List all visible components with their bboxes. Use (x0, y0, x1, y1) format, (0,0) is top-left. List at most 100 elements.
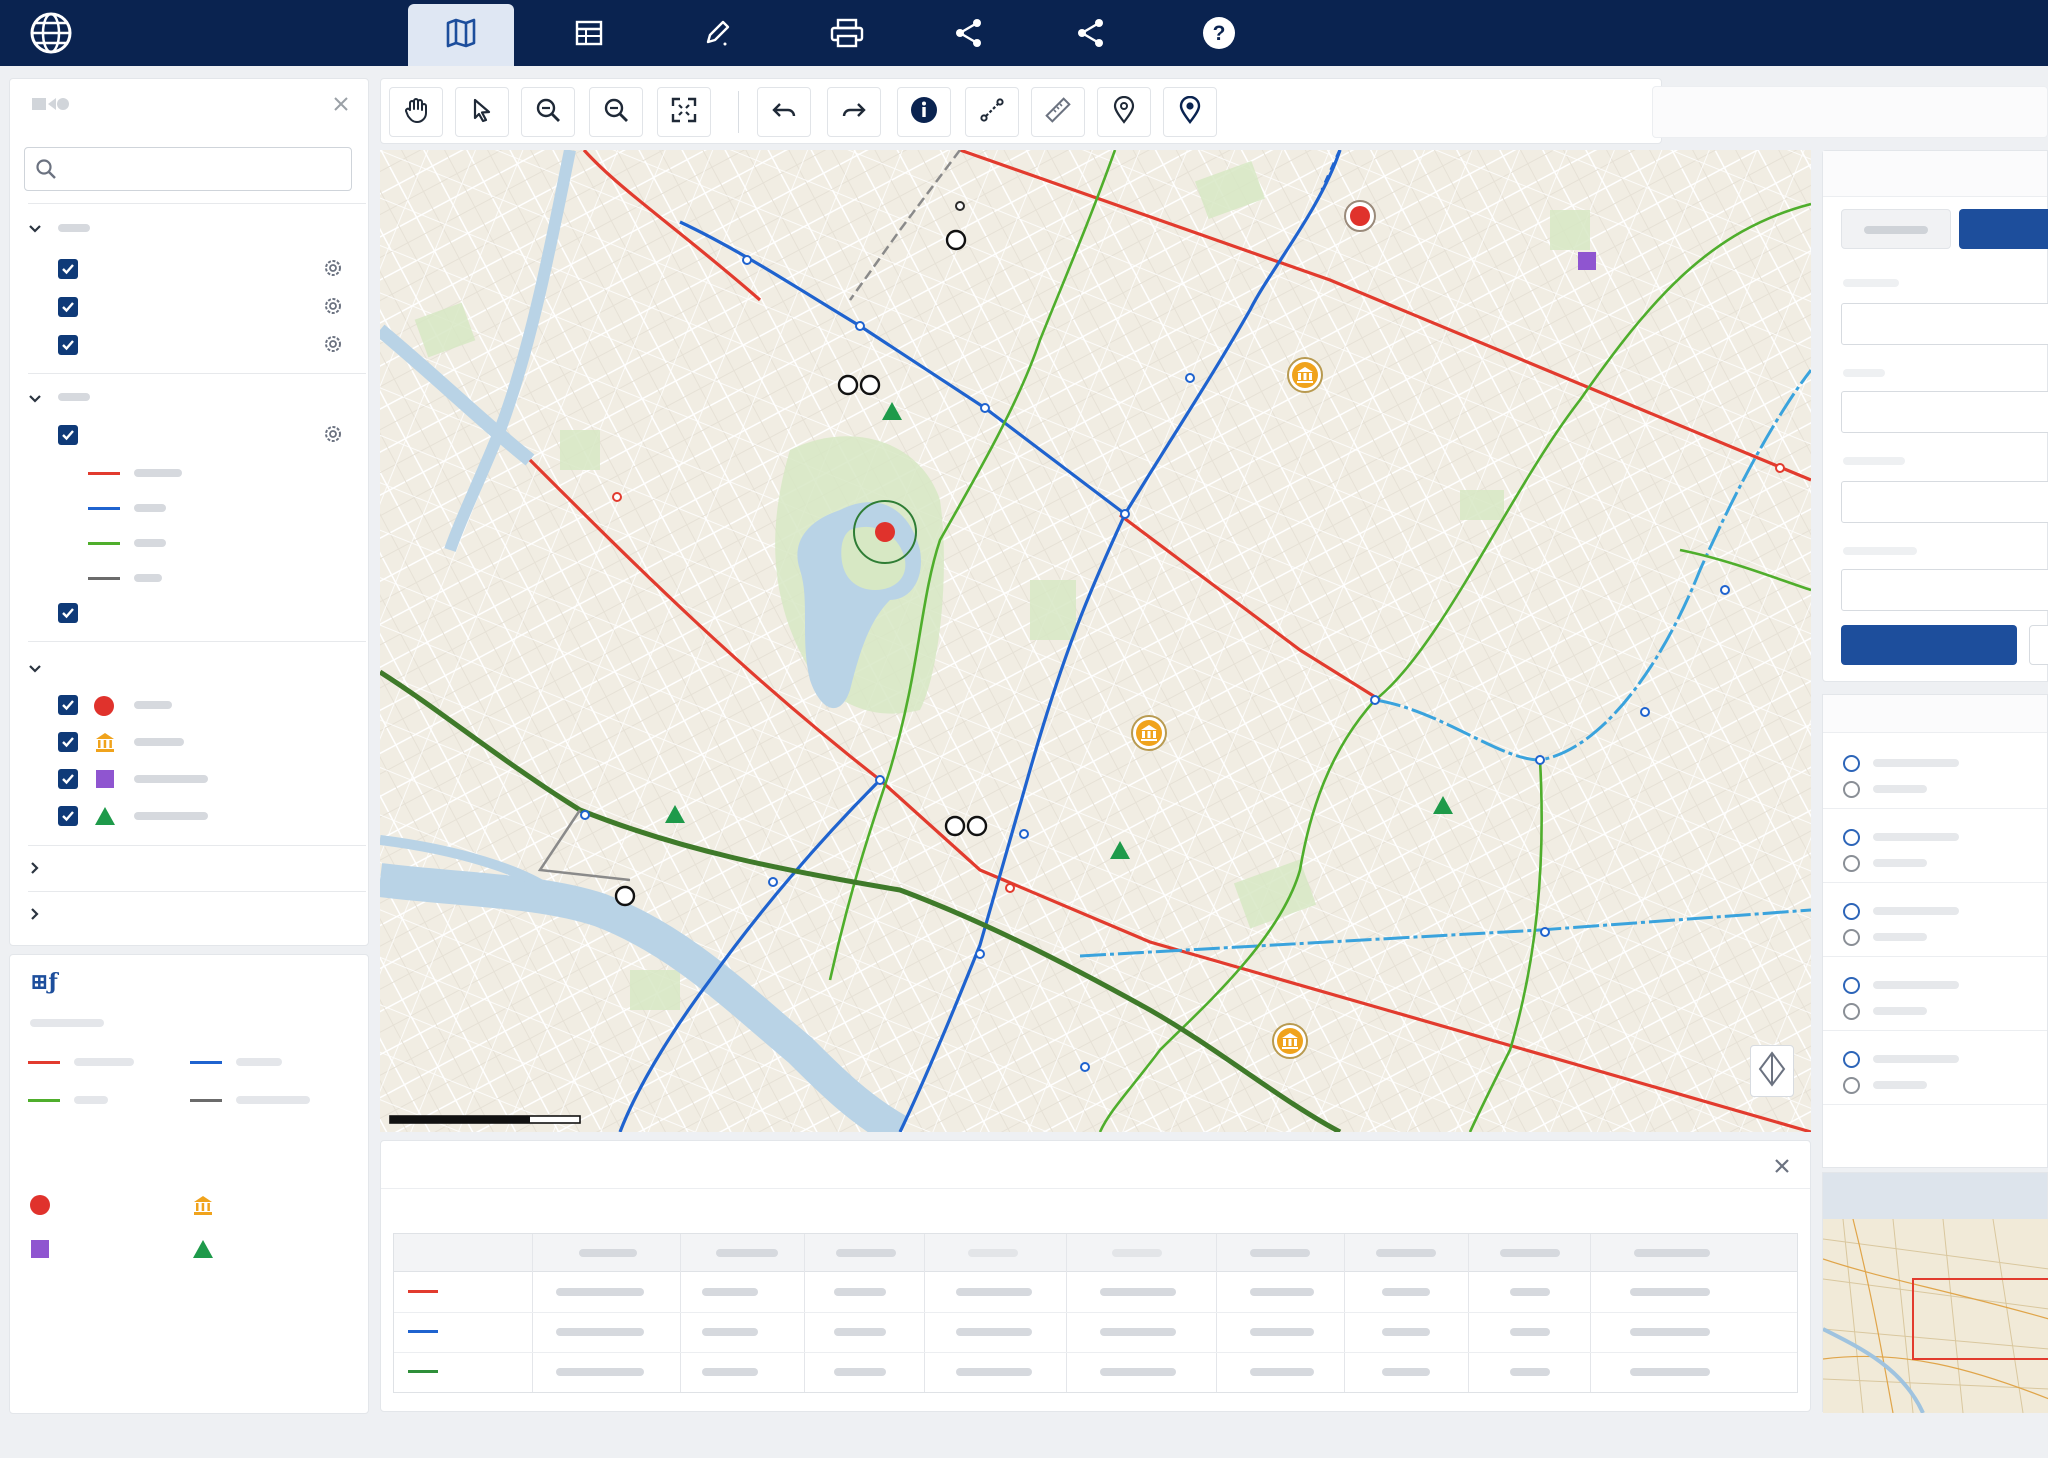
table-row[interactable] (394, 1272, 1797, 1312)
chevron-down-icon[interactable] (28, 661, 42, 679)
globe-icon[interactable] (28, 10, 74, 56)
attribute-table-panel (380, 1140, 1811, 1412)
compass-icon (1758, 1050, 1786, 1092)
map-view-tab[interactable] (408, 4, 514, 66)
redo-button[interactable] (827, 87, 881, 137)
run-query-button[interactable] (1841, 625, 2017, 665)
results-panel (1822, 694, 2048, 1168)
table-row[interactable] (394, 1312, 1797, 1352)
map-icon (444, 16, 478, 55)
pin-icon (1112, 95, 1136, 129)
gear-icon[interactable] (322, 333, 344, 360)
query-field[interactable] (1841, 569, 2048, 611)
column-header[interactable] (968, 1249, 1018, 1257)
red-dot-icon (94, 696, 114, 716)
query-field[interactable] (1841, 391, 2048, 433)
attribute-table (393, 1233, 1798, 1393)
table-view-tab[interactable] (536, 4, 642, 66)
pan-tool-button[interactable] (389, 87, 443, 137)
column-header[interactable] (1500, 1249, 1560, 1257)
primary-tab-button[interactable] (1959, 209, 2048, 249)
zoom-out-icon (602, 96, 630, 129)
layer-checkbox[interactable] (58, 297, 78, 317)
green-triangle-icon (192, 1239, 214, 1264)
column-header[interactable] (1634, 1249, 1710, 1257)
add-pin-button[interactable] (1097, 87, 1151, 137)
red-dot-icon (30, 1195, 50, 1215)
legend-swatch-green-line (88, 542, 120, 545)
share-link-button[interactable] (1038, 4, 1144, 66)
column-header[interactable] (836, 1249, 896, 1257)
legend-title: ⊞ƒ (30, 969, 58, 995)
overview-map[interactable] (1822, 1172, 2048, 1413)
column-header[interactable] (716, 1249, 778, 1257)
svg-text:?: ? (1213, 22, 1226, 45)
query-field[interactable] (1841, 303, 2048, 345)
gear-icon[interactable] (322, 423, 344, 450)
layer-checkbox[interactable] (58, 335, 78, 355)
measure-distance-button[interactable] (965, 87, 1019, 137)
result-item[interactable] (1823, 971, 2047, 1031)
column-header[interactable] (1112, 1249, 1162, 1257)
chevron-right-icon[interactable] (30, 861, 40, 880)
green-triangle-icon (94, 806, 116, 831)
search-icon (35, 158, 57, 185)
legend-label (236, 1096, 310, 1104)
help-button[interactable]: ? (1166, 4, 1272, 66)
column-header[interactable] (1250, 1249, 1310, 1257)
undo-button[interactable] (757, 87, 811, 137)
layer-label (134, 812, 208, 820)
print-button[interactable] (794, 4, 900, 66)
pan-icon (402, 96, 430, 129)
purple-square-icon (96, 770, 114, 788)
field-label (1843, 547, 1917, 555)
locate-button[interactable] (1163, 87, 1217, 137)
scale-bar (389, 1115, 581, 1124)
full-extent-button[interactable] (657, 87, 711, 137)
query-field[interactable] (1841, 481, 2048, 523)
layer-checkbox[interactable] (58, 695, 78, 715)
edit-tab[interactable] (664, 4, 770, 66)
legend-label (134, 469, 182, 477)
column-header[interactable] (579, 1249, 637, 1257)
close-icon[interactable] (332, 95, 350, 118)
undo-icon (770, 98, 798, 127)
chevron-down-icon[interactable] (28, 221, 42, 239)
layer-checkbox[interactable] (58, 769, 78, 789)
gear-icon[interactable] (322, 295, 344, 322)
result-item[interactable] (1823, 1045, 2047, 1105)
layer-checkbox[interactable] (58, 603, 78, 623)
zoom-in-button[interactable] (521, 87, 575, 137)
clear-button[interactable] (2029, 625, 2048, 665)
share-icon (1075, 17, 1107, 54)
select-tool-button[interactable] (455, 87, 509, 137)
column-header[interactable] (1376, 1249, 1436, 1257)
zoom-out-button[interactable] (589, 87, 643, 137)
map-canvas[interactable] (380, 150, 1811, 1132)
result-item[interactable] (1823, 897, 2047, 957)
map-toolbar (380, 78, 1662, 144)
secondary-tab-button[interactable] (1841, 209, 1951, 249)
museum-icon (192, 1194, 214, 1221)
layer-checkbox[interactable] (58, 259, 78, 279)
chevron-right-icon[interactable] (30, 907, 40, 926)
compass-button[interactable] (1750, 1045, 1794, 1097)
close-icon[interactable] (1773, 1157, 1791, 1180)
legend-label (236, 1058, 282, 1066)
identify-button[interactable] (897, 87, 951, 137)
table-row[interactable] (394, 1352, 1797, 1392)
print-icon (829, 17, 865, 54)
map-search-input[interactable] (1652, 86, 2048, 138)
layer-checkbox[interactable] (58, 425, 78, 445)
layer-checkbox[interactable] (58, 806, 78, 826)
result-item[interactable] (1823, 823, 2047, 883)
layer-checkbox[interactable] (58, 732, 78, 752)
chevron-down-icon[interactable] (28, 391, 42, 409)
layer-search-input[interactable] (24, 147, 352, 191)
share-button[interactable] (916, 4, 1022, 66)
map-svg (380, 150, 1811, 1132)
legend-swatch-grey-line (88, 577, 120, 580)
result-item[interactable] (1823, 749, 2047, 809)
gear-icon[interactable] (322, 257, 344, 284)
ruler-button[interactable] (1031, 87, 1085, 137)
